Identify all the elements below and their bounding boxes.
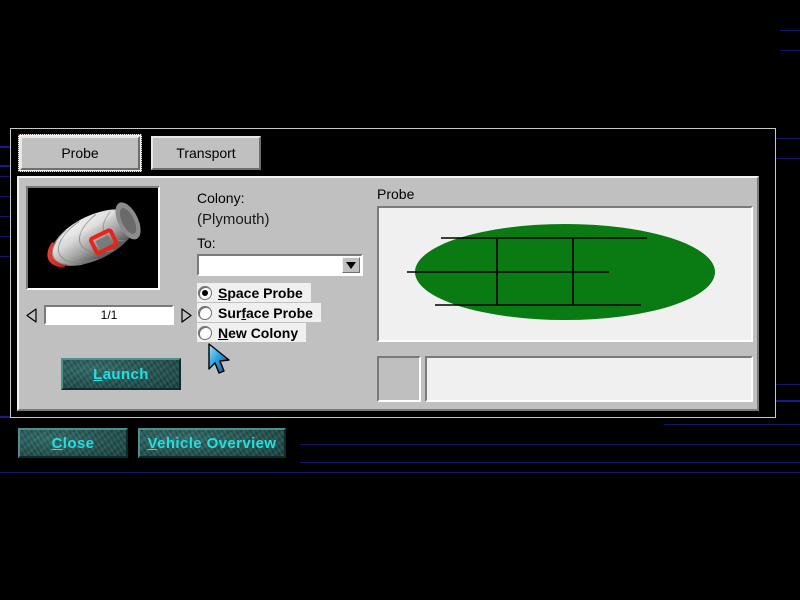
radio-new-colony[interactable]: New Colony — [197, 323, 306, 342]
radio-space-probe[interactable]: Space Probe — [197, 283, 311, 302]
probe-diagram-view — [377, 206, 753, 342]
radio-new-colony-label: New Colony — [218, 325, 298, 341]
triangle-left-icon[interactable] — [24, 307, 38, 324]
background-scanline — [780, 50, 800, 51]
background-scanline — [300, 462, 800, 463]
main-panel: 1/1 Launch Colony: (Plymouth) To: — [17, 176, 759, 411]
probe-group-title: Probe — [377, 186, 414, 202]
probe-status-text — [425, 356, 753, 402]
vehicle-overview-button[interactable]: Vehicle Overview — [138, 428, 286, 458]
background-scanline — [780, 30, 800, 31]
probe-status-bar — [377, 356, 753, 402]
close-button[interactable]: Close — [18, 428, 128, 458]
chevron-down-icon[interactable] — [342, 257, 360, 273]
background-scanline — [0, 472, 800, 473]
probe-schematic-diagram — [379, 208, 751, 340]
tab-transport-label: Transport — [176, 145, 235, 161]
mission-form: Colony: (Plymouth) To: Space Probe — [197, 190, 377, 342]
colony-value: (Plymouth) — [197, 209, 377, 230]
tab-probe-label: Probe — [61, 145, 98, 161]
close-button-label: Close — [52, 435, 95, 452]
page-indicator[interactable]: 1/1 — [44, 305, 174, 325]
triangle-right-icon[interactable] — [180, 307, 194, 324]
screen: Probe Transport — [0, 0, 800, 600]
radio-space-probe-label: Space Probe — [218, 285, 303, 301]
page-indicator-value: 1/1 — [101, 308, 118, 322]
tab-strip: Probe Transport — [11, 136, 261, 172]
launch-button-label: Launch — [93, 366, 149, 383]
colony-label: Colony: — [197, 190, 377, 207]
spacecraft-capsule-icon — [28, 188, 158, 288]
vehicle-overview-button-label: Vehicle Overview — [148, 435, 277, 452]
launch-button[interactable]: Launch — [61, 358, 181, 390]
background-scanline — [664, 424, 800, 425]
vehicle-pager: 1/1 — [24, 305, 199, 327]
vehicle-thumbnail[interactable] — [26, 186, 160, 290]
background-scanline — [300, 444, 800, 445]
radio-mark-icon — [198, 326, 212, 340]
radio-mark-icon — [198, 306, 212, 320]
tab-probe[interactable]: Probe — [20, 136, 140, 170]
radio-surface-probe[interactable]: Surface Probe — [197, 303, 321, 322]
radio-surface-probe-label: Surface Probe — [218, 305, 313, 321]
destination-select[interactable] — [197, 254, 363, 276]
tab-transport[interactable]: Transport — [151, 136, 261, 170]
probe-status-icon — [377, 356, 421, 402]
probe-group: Probe — [374, 184, 754, 406]
destination-label: To: — [197, 235, 377, 252]
radio-mark-icon — [198, 286, 212, 300]
